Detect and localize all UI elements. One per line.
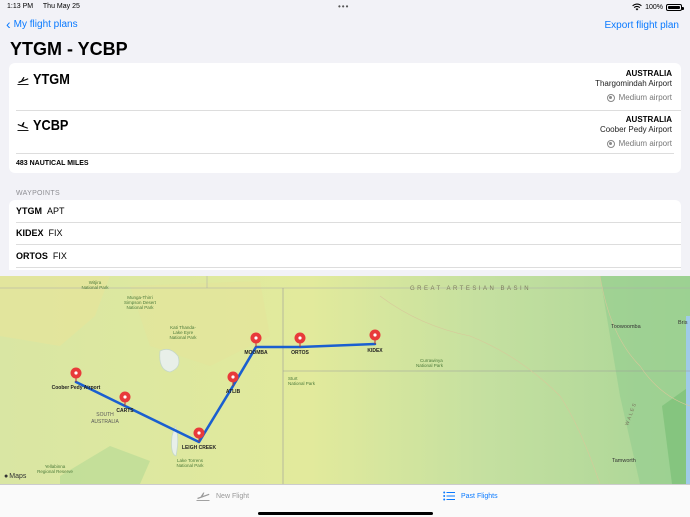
pin-dot: [298, 336, 302, 340]
waypoint-kind: APT: [47, 205, 65, 216]
status-date: Thu May 25: [42, 3, 80, 10]
tab-past-flights[interactable]: Past Flights: [443, 491, 498, 501]
arrival-type-label: Medium airport: [618, 139, 672, 148]
waypoint-label: CARTS: [116, 408, 134, 414]
arrival-icao: YCBP: [33, 117, 69, 134]
waypoint-list: YTGM APT KIDEX FIX ORTOS FIX: [9, 200, 681, 270]
departure-airport-name: Thargomindah Airport: [595, 79, 672, 88]
park-label: National Park: [126, 305, 154, 310]
waypoint-kind: FIX: [52, 250, 67, 261]
back-button[interactable]: ‹ My flight plans: [6, 17, 78, 31]
park-label: National Park: [169, 335, 197, 340]
pin-dot: [123, 395, 127, 399]
wifi-icon: [632, 3, 642, 11]
tab-new-flight-label: New Flight: [216, 492, 250, 500]
state-label: AUSTRALIA: [91, 419, 119, 425]
arrival-row[interactable]: YCBP AUSTRALIA Coober Pedy Airport Mediu…: [16, 110, 681, 154]
pin-dot: [197, 431, 201, 435]
arrival-country: AUSTRALIA: [625, 115, 672, 124]
waypoint-row[interactable]: YTGM APT: [16, 200, 681, 223]
state-label: SOUTH: [96, 412, 114, 418]
arrival-plane-icon: [17, 122, 29, 131]
city-label: Bris: [678, 320, 688, 326]
waypoint-label: LEIGH CREEK: [182, 445, 217, 451]
pin-dot: [373, 333, 377, 337]
departure-row[interactable]: YTGM AUSTRALIA Thargomindah Airport Medi…: [9, 65, 681, 109]
pin-dot: [74, 371, 78, 375]
airplane-icon: [196, 492, 210, 501]
park-label: Regional Reserve: [37, 469, 73, 474]
airport-type-icon: [606, 139, 615, 148]
waypoints-header: WAYPOINTS: [16, 190, 60, 197]
apple-logo-icon: ●: [4, 473, 9, 480]
tab-bar: New Flight Past Flights: [0, 484, 690, 517]
waypoint-label: ATLIB: [226, 389, 241, 395]
waypoint-row[interactable]: ORTOS FIX: [16, 245, 681, 268]
home-indicator[interactable]: [258, 512, 433, 515]
chevron-left-icon: ‹: [6, 16, 11, 32]
back-button-label: My flight plans: [13, 18, 78, 30]
waypoint-id: YTGM: [16, 205, 42, 216]
waypoint-label: MOOMBA: [244, 350, 268, 356]
battery-icon: [666, 3, 684, 11]
route-distance: 483 NAUTICAL MILES: [16, 153, 674, 167]
city-label: Tamworth: [612, 458, 636, 464]
export-flight-plan-button[interactable]: Export flight plan: [605, 20, 680, 31]
region-label: GREAT ARTESIAN BASIN: [410, 286, 531, 292]
departure-airport-type: Medium airport: [606, 93, 672, 102]
maps-attribution[interactable]: ● Maps: [4, 473, 26, 480]
waypoint-label: ORTOS: [291, 350, 309, 356]
departure-type-label: Medium airport: [618, 93, 672, 102]
battery-percent: 100%: [645, 3, 663, 11]
park-label: National Park: [288, 381, 316, 386]
tab-new-flight[interactable]: New Flight: [196, 491, 249, 501]
departure-icao: YTGM: [33, 71, 70, 88]
route-map[interactable]: GREAT ARTESIAN BASIN Witjira National Pa…: [0, 276, 690, 484]
multitask-dots-icon[interactable]: •••: [338, 2, 349, 11]
coastline-water: [686, 316, 690, 484]
park-label: National Park: [176, 463, 204, 468]
map-canvas[interactable]: GREAT ARTESIAN BASIN Witjira National Pa…: [0, 276, 690, 484]
status-bar: 1:13 PM Thu May 25 ••• 100%: [0, 0, 690, 13]
park-label: National Park: [81, 285, 109, 290]
waypoint-id: KIDEX: [16, 228, 44, 239]
waypoint-label: Coober Pedy Airport: [52, 385, 101, 391]
airport-type-icon: [606, 93, 615, 102]
navigation-bar: ‹ My flight plans Export flight plan: [0, 15, 690, 35]
attribution-label: Maps: [9, 473, 27, 480]
waypoint-label: KIDEX: [367, 348, 383, 354]
waypoint-id: ORTOS: [16, 250, 48, 261]
page-title: YTGM - YCBP: [10, 39, 128, 59]
pin-dot: [254, 336, 258, 340]
waypoint-kind: FIX: [48, 228, 63, 239]
park-label: National Park: [416, 363, 444, 368]
city-label: Toowoomba: [611, 324, 642, 330]
arrival-airport-name: Coober Pedy Airport: [599, 125, 672, 134]
departure-plane-icon: [17, 77, 29, 85]
departure-country: AUSTRALIA: [625, 69, 672, 78]
status-time: 1:13 PM: [7, 3, 34, 10]
arrival-airport-type: Medium airport: [606, 139, 672, 148]
pin-dot: [231, 375, 235, 379]
tab-past-flights-label: Past Flights: [461, 492, 498, 500]
flight-summary-card: YTGM AUSTRALIA Thargomindah Airport Medi…: [9, 63, 681, 173]
list-icon: [443, 491, 455, 501]
waypoint-row[interactable]: KIDEX FIX: [16, 223, 681, 245]
